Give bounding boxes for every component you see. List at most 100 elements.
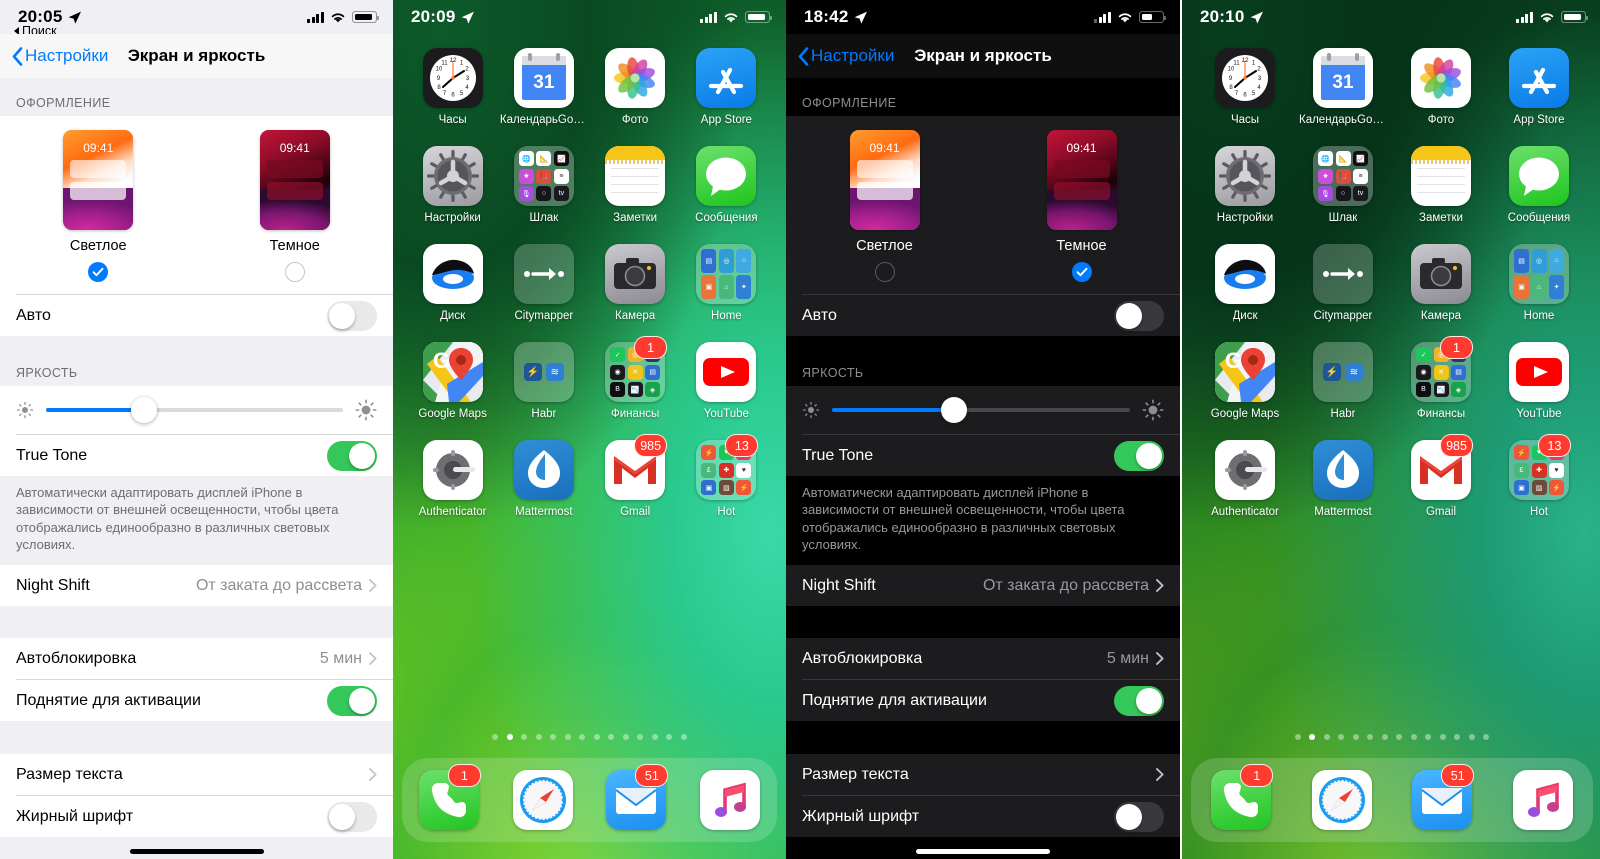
app-messages-icon[interactable]: Сообщения <box>1490 146 1588 224</box>
row-true-tone[interactable]: True Tone <box>0 435 393 476</box>
app-icon-messages-icon[interactable] <box>1509 146 1569 206</box>
page-dot[interactable] <box>651 734 658 740</box>
page-dots[interactable] <box>1182 734 1600 740</box>
app-settings-gear-icon[interactable]: Настройки <box>407 146 498 224</box>
page-dot[interactable] <box>521 734 528 740</box>
page-dot[interactable] <box>1468 734 1475 740</box>
app-habr-folder-icon[interactable]: ⚡ ≋ Habr <box>498 342 589 420</box>
dock-app-mail-icon[interactable]: 51 <box>1412 764 1475 830</box>
app-icon-folder-icon[interactable]: 🌐 📐 📈 ★ 📕 ≡ 🎙 ○ tv <box>513 146 574 206</box>
appearance-option-light[interactable]: 09:41 Светлое <box>849 130 920 282</box>
brightness-slider-knob[interactable] <box>131 397 157 423</box>
app-icon-google-maps-icon[interactable]: G <box>1215 342 1275 402</box>
app-google-calendar-icon[interactable]: 31 КалендарьGoo... <box>1294 48 1392 126</box>
bold-text-toggle[interactable] <box>327 801 377 832</box>
app-icon-folder-icon[interactable]: 🌐 📐 📈 ★ 📕 ≡ 🎙 ○ tv <box>1313 146 1373 206</box>
app-app-store-icon[interactable]: App Store <box>1490 48 1588 126</box>
app-folder-icon[interactable]: ✓◎◍◉✕▤В📉◈1Финансы <box>1392 336 1490 420</box>
app-icon-settings-gear-icon[interactable] <box>1215 146 1275 206</box>
page-dot[interactable] <box>608 734 615 740</box>
appearance-option-dark[interactable]: 09:41 Темное <box>259 130 330 282</box>
page-dot[interactable] <box>1396 734 1403 740</box>
row-auto-appearance[interactable]: Авто <box>786 295 1180 336</box>
app-mattermost-icon[interactable]: Mattermost <box>498 440 589 518</box>
app-clock-icon[interactable]: 123691245781011Часы <box>1196 48 1294 126</box>
app-icon-notes-icon[interactable] <box>605 146 666 206</box>
app-icon-clock-icon[interactable]: 123691245781011 <box>422 48 483 108</box>
row-autolock[interactable]: Автоблокировка 5 мин <box>0 638 393 679</box>
app-clock-icon[interactable]: 123691245781011Часы <box>407 48 498 126</box>
app-icon-authenticator-icon[interactable] <box>422 440 483 500</box>
app-folder-icon[interactable]: ▤ ◎ ⌂ ▣ ⌂ ✦ Home <box>681 244 772 322</box>
page-dot[interactable] <box>1294 734 1301 740</box>
page-dot[interactable] <box>593 734 600 740</box>
app-camera-icon[interactable]: Камера <box>1392 244 1490 322</box>
home-indicator[interactable] <box>916 849 1050 854</box>
app-youtube-icon[interactable]: YouTube <box>1490 342 1588 420</box>
app-youtube-icon[interactable]: YouTube <box>681 342 772 420</box>
app-icon-safari-icon[interactable] <box>1311 770 1372 830</box>
app-icon-google-calendar-icon[interactable]: 31 <box>1313 48 1373 108</box>
app-folder-icon[interactable]: ✓◎◍◉✕▤В📉◈1Финансы <box>590 336 681 420</box>
home-indicator[interactable] <box>129 849 264 854</box>
page-dot[interactable] <box>1439 734 1446 740</box>
app-photos-icon[interactable]: Фото <box>590 48 681 126</box>
app-icon-youtube-icon[interactable] <box>1509 342 1569 402</box>
true-tone-toggle[interactable] <box>1114 440 1164 471</box>
row-raise-to-wake[interactable]: Поднятие для активации <box>0 680 393 721</box>
appearance-option-dark[interactable]: 09:41 Темное <box>1046 130 1117 282</box>
app-folder-icon[interactable]: 🌐 📐 📈 ★ 📕 ≡ 🎙 ○ tv Шлак <box>498 146 589 224</box>
app-icon-habr-folder-icon[interactable]: ⚡ ≋ <box>1313 342 1373 402</box>
app-icon-habr-folder-icon[interactable]: ⚡ ≋ <box>513 342 574 402</box>
app-icon-folder-icon[interactable]: ▤ ◎ ⌂ ▣ ⌂ ✦ <box>1509 244 1569 304</box>
row-night-shift[interactable]: Night Shift От заката до рассвета <box>786 565 1180 606</box>
dock-app-phone-icon[interactable]: 1 <box>1211 764 1274 830</box>
app-habr-folder-icon[interactable]: ⚡ ≋ Habr <box>1294 342 1392 420</box>
app-icon-app-store-icon[interactable] <box>1509 48 1569 108</box>
app-folder-icon[interactable]: ⚡♥◉£✚♥▣▨⚡13Hot <box>1490 434 1588 518</box>
raise-to-wake-toggle[interactable] <box>1114 685 1164 716</box>
page-dot[interactable] <box>535 734 542 740</box>
page-dot[interactable] <box>1454 734 1461 740</box>
dock-app-music-icon[interactable] <box>700 770 761 830</box>
app-icon-photos-icon[interactable] <box>1411 48 1471 108</box>
auto-appearance-toggle[interactable] <box>1114 300 1164 331</box>
app-authenticator-icon[interactable]: Authenticator <box>407 440 498 518</box>
app-icon-folder-icon[interactable]: ▤ ◎ ⌂ ▣ ⌂ ✦ <box>696 244 757 304</box>
page-dot[interactable] <box>564 734 571 740</box>
page-dot[interactable] <box>1352 734 1359 740</box>
page-dot[interactable] <box>1367 734 1374 740</box>
row-night-shift[interactable]: Night Shift От заката до рассвета <box>0 565 393 606</box>
app-notes-icon[interactable]: Заметки <box>590 146 681 224</box>
app-google-maps-icon[interactable]: G Google Maps <box>407 342 498 420</box>
page-dot[interactable] <box>492 734 499 740</box>
app-folder-icon[interactable]: ⚡♥◉£✚♥▣▨⚡13Hot <box>681 434 772 518</box>
page-dot[interactable] <box>680 734 687 740</box>
dock-app-mail-icon[interactable]: 51 <box>606 764 669 830</box>
bold-text-toggle[interactable] <box>1114 801 1164 832</box>
app-settings-gear-icon[interactable]: Настройки <box>1196 146 1294 224</box>
raise-to-wake-toggle[interactable] <box>327 685 377 716</box>
page-dot[interactable] <box>622 734 629 740</box>
app-icon-photos-icon[interactable] <box>605 48 666 108</box>
app-icon-messages-icon[interactable] <box>696 146 757 206</box>
page-dot[interactable] <box>579 734 586 740</box>
back-button[interactable]: Настройки <box>12 46 108 66</box>
app-icon-safari-icon[interactable] <box>512 770 573 830</box>
row-true-tone[interactable]: True Tone <box>786 435 1180 476</box>
app-authenticator-icon[interactable]: Authenticator <box>1196 440 1294 518</box>
appearance-radio-light[interactable] <box>88 262 109 282</box>
row-text-size[interactable]: Размер текста <box>0 754 393 795</box>
app-icon-citymapper-icon[interactable] <box>513 244 574 304</box>
app-icon-google-calendar-icon[interactable]: 31 <box>513 48 574 108</box>
app-icon-camera-icon[interactable] <box>605 244 666 304</box>
app-icon-app-store-icon[interactable] <box>696 48 757 108</box>
page-dot[interactable] <box>1425 734 1432 740</box>
page-dot[interactable] <box>1483 734 1490 740</box>
app-icon-camera-icon[interactable] <box>1411 244 1471 304</box>
true-tone-toggle[interactable] <box>327 440 377 471</box>
app-google-maps-icon[interactable]: G Google Maps <box>1196 342 1294 420</box>
row-auto-appearance[interactable]: Авто <box>0 295 393 336</box>
app-icon-mattermost-icon[interactable] <box>513 440 574 500</box>
appearance-option-light[interactable]: 09:41 Светлое <box>63 130 134 282</box>
